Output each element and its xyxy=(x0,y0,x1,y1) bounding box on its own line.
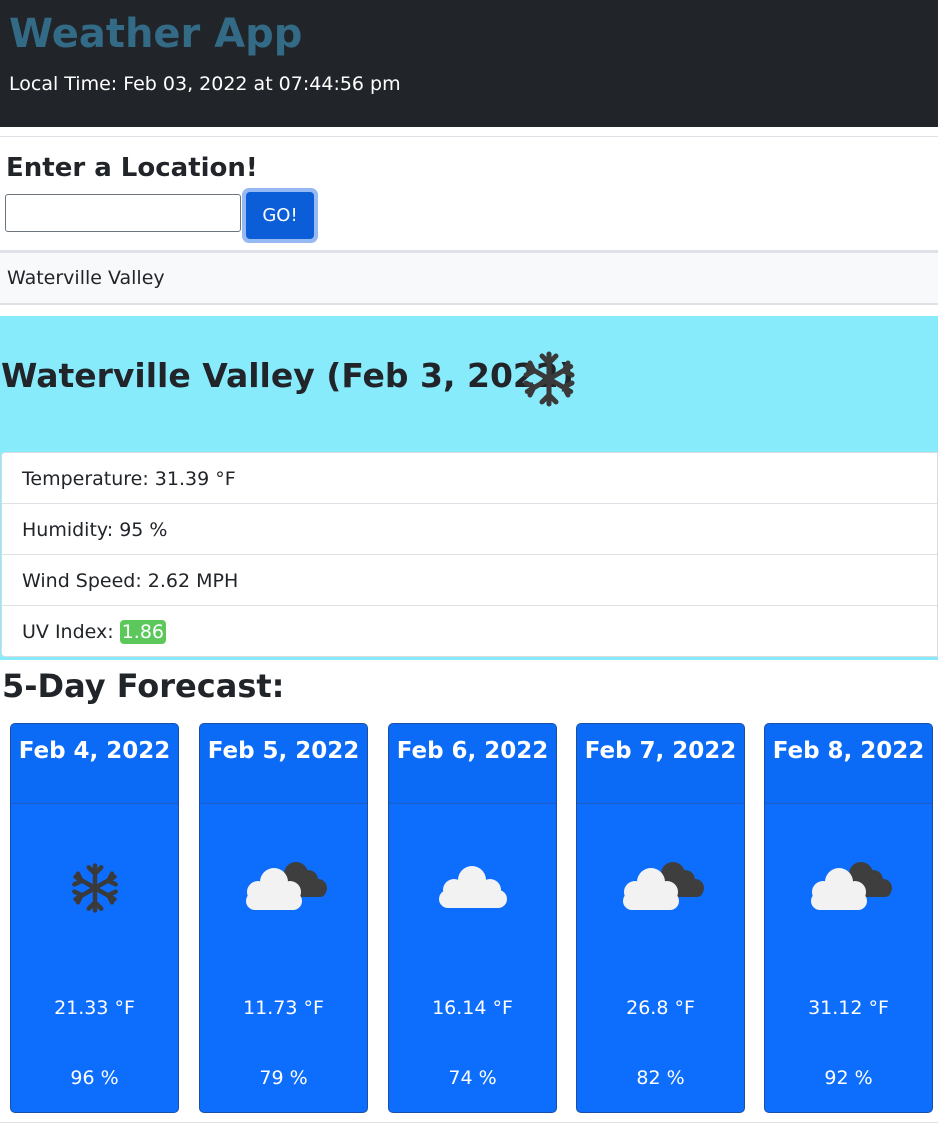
local-time: Local Time: Feb 03, 2022 at 07:44:56 pm xyxy=(9,73,401,95)
uv-label: UV Index: xyxy=(22,621,120,643)
go-button[interactable]: GO! xyxy=(242,188,318,243)
snowflake-icon xyxy=(520,350,578,408)
forecast-date: Feb 7, 2022 xyxy=(577,724,744,804)
location-input[interactable] xyxy=(5,194,241,232)
header-bar: Weather App Local Time: Feb 03, 2022 at … xyxy=(0,0,938,127)
go-button-label: GO! xyxy=(246,192,314,239)
current-city-title: Waterville Valley (Feb 3, 2022) xyxy=(1,356,574,395)
divider xyxy=(0,136,938,137)
cloud-icon xyxy=(389,854,556,924)
forecast-date: Feb 4, 2022 xyxy=(11,724,178,804)
cloud-dark-cloud-icon xyxy=(200,854,367,924)
forecast-date: Feb 8, 2022 xyxy=(765,724,932,804)
uv-index-row: UV Index: 1.86 xyxy=(2,606,937,657)
cloud-dark-cloud-icon xyxy=(765,854,932,924)
forecast-heading: 5-Day Forecast: xyxy=(2,667,285,705)
history-item[interactable]: Waterville Valley xyxy=(0,250,938,305)
snowflake-icon xyxy=(11,854,178,924)
forecast-humidity: 92 % xyxy=(824,1067,873,1089)
divider xyxy=(0,1122,938,1123)
forecast-humidity: 96 % xyxy=(70,1067,119,1089)
cloud-dark-cloud-icon xyxy=(577,854,744,924)
forecast-card: Feb 7, 2022 26.8 °F 82 % xyxy=(576,723,745,1113)
forecast-temp: 21.33 °F xyxy=(54,997,135,1019)
forecast-card: Feb 4, 2022 21.33 °F 96 % xyxy=(10,723,179,1113)
forecast-card: Feb 6, 2022 16.14 °F 74 % xyxy=(388,723,557,1113)
forecast-temp: 31.12 °F xyxy=(808,997,889,1019)
humidity-row: Humidity: 95 % xyxy=(2,504,937,555)
forecast-temp: 26.8 °F xyxy=(626,997,695,1019)
forecast-date: Feb 5, 2022 xyxy=(200,724,367,804)
forecast-card: Feb 8, 2022 31.12 °F 92 % xyxy=(764,723,933,1113)
forecast-temp: 16.14 °F xyxy=(432,997,513,1019)
app-title: Weather App xyxy=(9,11,303,57)
search-heading: Enter a Location! xyxy=(6,153,258,183)
wind-speed-row: Wind Speed: 2.62 MPH xyxy=(2,555,937,606)
forecast-humidity: 82 % xyxy=(636,1067,685,1089)
forecast-temp: 11.73 °F xyxy=(243,997,324,1019)
forecast-card: Feb 5, 2022 11.73 °F 79 % xyxy=(199,723,368,1113)
temperature-row: Temperature: 31.39 °F xyxy=(2,453,937,504)
forecast-date: Feb 6, 2022 xyxy=(389,724,556,804)
current-details-list: Temperature: 31.39 °F Humidity: 95 % Win… xyxy=(1,452,938,657)
forecast-humidity: 74 % xyxy=(448,1067,497,1089)
forecast-humidity: 79 % xyxy=(259,1067,308,1089)
uv-badge: 1.86 xyxy=(119,620,167,644)
